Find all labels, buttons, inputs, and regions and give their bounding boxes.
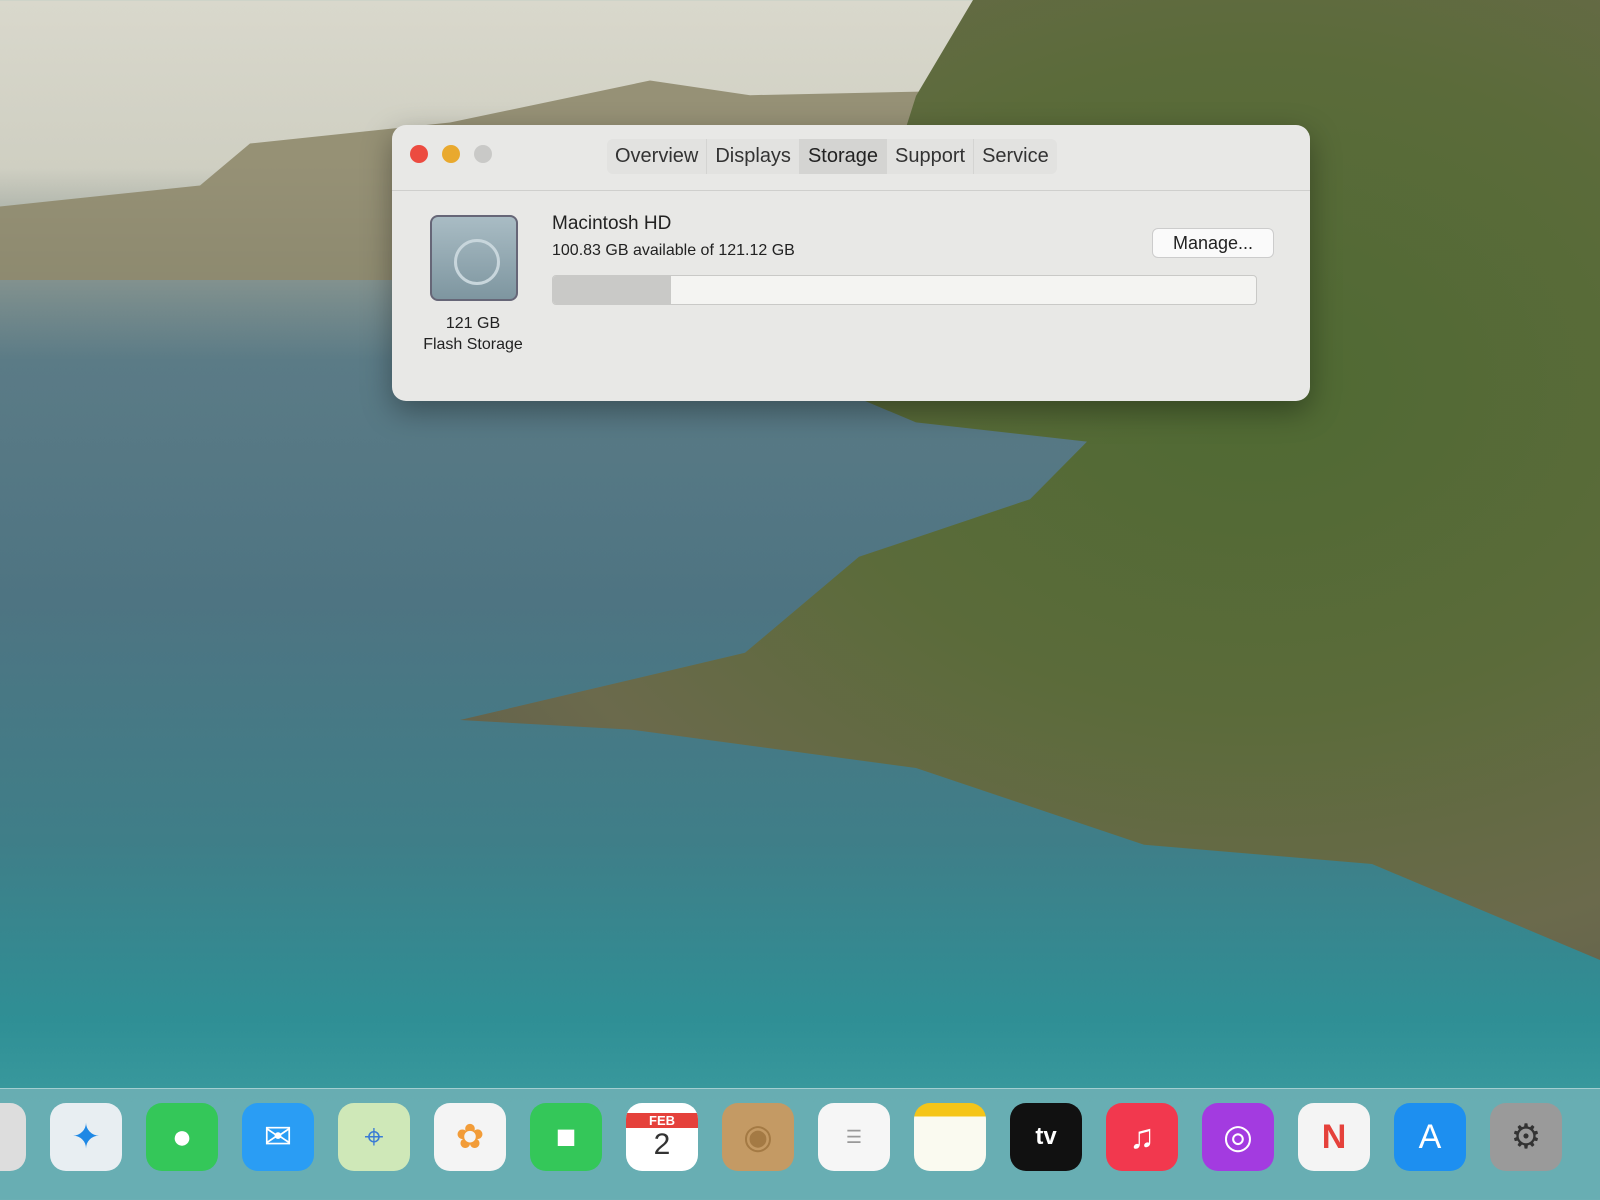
tab-support[interactable]: Support [887,139,975,174]
facetime-icon[interactable]: ■ [530,1103,602,1171]
availability-text: 100.83 GB available of 121.12 GB [552,242,795,259]
calendar-day: 2 [653,1127,671,1161]
safari-icon[interactable]: ✦ [50,1103,122,1171]
tab-service[interactable]: Service [974,139,1057,174]
tab-overview[interactable]: Overview [607,139,708,174]
contacts-icon[interactable]: ◉ [722,1103,794,1171]
storage-used-fill [553,276,671,304]
about-this-mac-window: Overview Displays Storage Support Servic… [392,125,1310,401]
storage-usage-bar [552,275,1257,305]
tab-displays[interactable]: Displays [707,139,800,174]
calendar-icon[interactable]: FEB 2 [626,1103,698,1171]
reminders-icon[interactable]: ☰ [818,1103,890,1171]
app-store-icon[interactable]: A [1394,1103,1466,1171]
close-button[interactable] [410,145,428,163]
dock: ✦ ● ✉ ⌖ ✿ ■ FEB 2 ◉ ☰ tv ♫ ◎ N A ⚙ [0,1088,1600,1200]
manage-button[interactable]: Manage... [1152,228,1274,258]
system-settings-icon[interactable]: ⚙ [1490,1103,1562,1171]
mail-icon[interactable]: ✉ [242,1103,314,1171]
disk-type: Flash Storage [423,336,523,353]
volume-name: Macintosh HD [552,213,672,234]
launchpad-icon[interactable] [0,1103,26,1171]
title-bar: Overview Displays Storage Support Servic… [392,125,1310,191]
photos-icon[interactable]: ✿ [434,1103,506,1171]
tv-label: tv [1035,1123,1057,1150]
minimize-button[interactable] [442,145,460,163]
calendar-month: FEB [626,1112,698,1128]
news-icon[interactable]: N [1298,1103,1370,1171]
disk-size: 121 GB [445,315,501,332]
apple-tv-icon[interactable]: tv [1010,1103,1082,1171]
tab-bar: Overview Displays Storage Support Servic… [607,139,1057,174]
hard-drive-icon [430,215,518,301]
zoom-button[interactable] [474,145,492,163]
notes-icon[interactable] [914,1103,986,1171]
tab-storage[interactable]: Storage [799,139,887,174]
messages-icon[interactable]: ● [146,1103,218,1171]
music-icon[interactable]: ♫ [1106,1103,1178,1171]
maps-icon[interactable]: ⌖ [338,1103,410,1171]
podcasts-icon[interactable]: ◎ [1202,1103,1274,1171]
